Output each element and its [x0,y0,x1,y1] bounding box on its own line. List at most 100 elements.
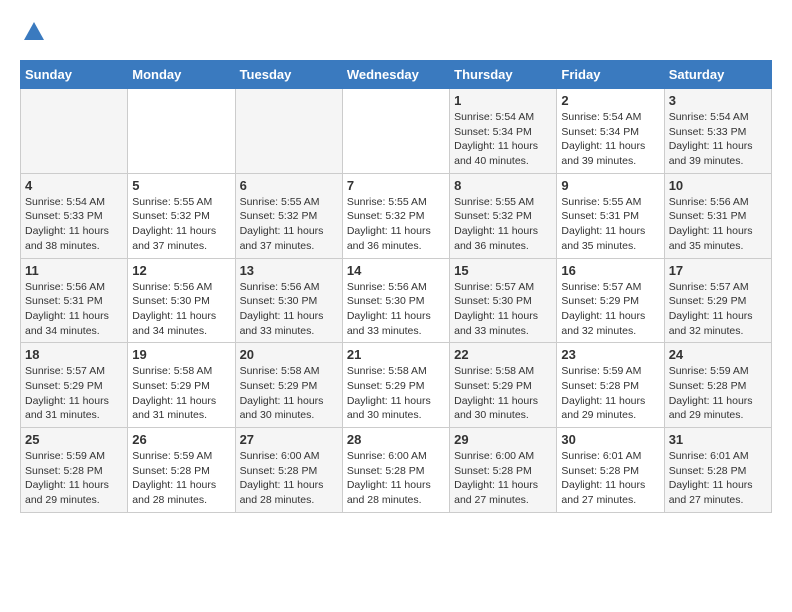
col-header-friday: Friday [557,61,664,89]
col-header-monday: Monday [128,61,235,89]
day-cell: 31 Sunrise: 6:01 AMSunset: 5:28 PMDayligh… [664,428,771,513]
day-cell: 22 Sunrise: 5:58 AMSunset: 5:29 PMDayligh… [450,343,557,428]
day-info: Sunrise: 5:56 AMSunset: 5:30 PMDaylight:… [240,280,338,339]
day-info: Sunrise: 5:59 AMSunset: 5:28 PMDaylight:… [561,364,659,423]
day-cell: 23 Sunrise: 5:59 AMSunset: 5:28 PMDayligh… [557,343,664,428]
day-info: Sunrise: 5:54 AMSunset: 5:34 PMDaylight:… [454,110,552,169]
day-cell [128,89,235,174]
week-row-1: 1 Sunrise: 5:54 AMSunset: 5:34 PMDaylight… [21,89,772,174]
day-number: 22 [454,347,552,362]
day-number: 16 [561,263,659,278]
day-cell: 18 Sunrise: 5:57 AMSunset: 5:29 PMDayligh… [21,343,128,428]
day-number: 8 [454,178,552,193]
col-header-sunday: Sunday [21,61,128,89]
day-cell: 21 Sunrise: 5:58 AMSunset: 5:29 PMDayligh… [342,343,449,428]
day-number: 20 [240,347,338,362]
day-info: Sunrise: 5:57 AMSunset: 5:30 PMDaylight:… [454,280,552,339]
day-info: Sunrise: 6:01 AMSunset: 5:28 PMDaylight:… [561,449,659,508]
day-cell: 25Sunrise: 5:59 AMSunset: 5:28 PMDayligh… [21,428,128,513]
day-cell: 24 Sunrise: 5:59 AMSunset: 5:28 PMDayligh… [664,343,771,428]
day-info: Sunrise: 5:58 AMSunset: 5:29 PMDaylight:… [454,364,552,423]
day-cell: 14 Sunrise: 5:56 AMSunset: 5:30 PMDayligh… [342,258,449,343]
day-info: Sunrise: 5:55 AMSunset: 5:32 PMDaylight:… [347,195,445,254]
day-number: 17 [669,263,767,278]
day-number: 14 [347,263,445,278]
day-cell: 16Sunrise: 5:57 AMSunset: 5:29 PMDayligh… [557,258,664,343]
day-cell: 2 Sunrise: 5:54 AMSunset: 5:34 PMDaylight… [557,89,664,174]
day-number: 19 [132,347,230,362]
day-info: Sunrise: 6:00 AMSunset: 5:28 PMDaylight:… [240,449,338,508]
day-cell: 3Sunrise: 5:54 AMSunset: 5:33 PMDaylight… [664,89,771,174]
day-cell: 6Sunrise: 5:55 AMSunset: 5:32 PMDaylight… [235,173,342,258]
week-row-4: 18 Sunrise: 5:57 AMSunset: 5:29 PMDayligh… [21,343,772,428]
day-info: Sunrise: 5:55 AMSunset: 5:32 PMDaylight:… [132,195,230,254]
day-cell: 28 Sunrise: 6:00 AMSunset: 5:28 PMDayligh… [342,428,449,513]
day-number: 23 [561,347,659,362]
day-number: 27 [240,432,338,447]
day-number: 26 [132,432,230,447]
day-cell: 17 Sunrise: 5:57 AMSunset: 5:29 PMDayligh… [664,258,771,343]
week-row-2: 4Sunrise: 5:54 AMSunset: 5:33 PMDaylight… [21,173,772,258]
day-number: 1 [454,93,552,108]
day-number: 7 [347,178,445,193]
day-info: Sunrise: 6:00 AMSunset: 5:28 PMDaylight:… [347,449,445,508]
day-cell: 1 Sunrise: 5:54 AMSunset: 5:34 PMDaylight… [450,89,557,174]
day-info: Sunrise: 5:55 AMSunset: 5:31 PMDaylight:… [561,195,659,254]
day-info: Sunrise: 5:58 AMSunset: 5:29 PMDaylight:… [240,364,338,423]
day-info: Sunrise: 5:59 AMSunset: 5:28 PMDaylight:… [669,364,767,423]
day-info: Sunrise: 5:58 AMSunset: 5:29 PMDaylight:… [132,364,230,423]
day-cell: 19 Sunrise: 5:58 AMSunset: 5:29 PMDayligh… [128,343,235,428]
page-header [20,20,772,44]
day-number: 12 [132,263,230,278]
day-info: Sunrise: 5:59 AMSunset: 5:28 PMDaylight:… [132,449,230,508]
day-cell: 20 Sunrise: 5:58 AMSunset: 5:29 PMDayligh… [235,343,342,428]
day-cell: 29Sunrise: 6:00 AMSunset: 5:28 PMDayligh… [450,428,557,513]
day-number: 6 [240,178,338,193]
day-number: 13 [240,263,338,278]
col-header-thursday: Thursday [450,61,557,89]
day-number: 25 [25,432,123,447]
day-info: Sunrise: 5:54 AMSunset: 5:34 PMDaylight:… [561,110,659,169]
day-number: 11 [25,263,123,278]
day-number: 2 [561,93,659,108]
day-number: 29 [454,432,552,447]
day-cell: 9 Sunrise: 5:55 AMSunset: 5:31 PMDaylight… [557,173,664,258]
week-row-5: 25 Sunrise: 5:59 AMSunset: 5:28 PMDayligh… [21,428,772,513]
day-cell [21,89,128,174]
day-cell: 4Sunrise: 5:54 AMSunset: 5:33 PMDaylight… [21,173,128,258]
day-cell [235,89,342,174]
day-cell: 30Sunrise: 6:01 AMSunset: 5:28 PMDayligh… [557,428,664,513]
logo [20,20,46,44]
day-info: Sunrise: 5:54 AMSunset: 5:33 PMDaylight:… [669,110,767,169]
day-number: 24 [669,347,767,362]
day-cell: 27 Sunrise: 6:00 AMSunset: 5:28 PMDayligh… [235,428,342,513]
day-cell: 5 Sunrise: 5:55 AMSunset: 5:32 PMDaylight… [128,173,235,258]
day-number: 28 [347,432,445,447]
day-number: 10 [669,178,767,193]
day-number: 5 [132,178,230,193]
day-number: 15 [454,263,552,278]
day-info: Sunrise: 5:58 AMSunset: 5:29 PMDaylight:… [347,364,445,423]
day-cell: 10Sunrise: 5:56 AMSunset: 5:31 PMDayligh… [664,173,771,258]
day-cell: 11 Sunrise: 5:56 AMSunset: 5:31 PMDayligh… [21,258,128,343]
day-number: 18 [25,347,123,362]
header-row: SundayMondayTuesdayWednesdayThursdayFrid… [21,61,772,89]
day-number: 9 [561,178,659,193]
day-info: Sunrise: 5:57 AMSunset: 5:29 PMDaylight:… [25,364,123,423]
day-cell: 12Sunrise: 5:56 AMSunset: 5:30 PMDayligh… [128,258,235,343]
week-row-3: 11 Sunrise: 5:56 AMSunset: 5:31 PMDayligh… [21,258,772,343]
day-info: Sunrise: 6:01 AMSunset: 5:28 PMDaylight:… [669,449,767,508]
day-cell: 8 Sunrise: 5:55 AMSunset: 5:32 PMDaylight… [450,173,557,258]
day-info: Sunrise: 5:56 AMSunset: 5:30 PMDaylight:… [347,280,445,339]
day-cell [342,89,449,174]
day-cell: 13 Sunrise: 5:56 AMSunset: 5:30 PMDayligh… [235,258,342,343]
day-cell: 26 Sunrise: 5:59 AMSunset: 5:28 PMDayligh… [128,428,235,513]
day-info: Sunrise: 5:56 AMSunset: 5:31 PMDaylight:… [25,280,123,339]
day-number: 21 [347,347,445,362]
day-number: 4 [25,178,123,193]
calendar-table: SundayMondayTuesdayWednesdayThursdayFrid… [20,60,772,513]
day-info: Sunrise: 5:55 AMSunset: 5:32 PMDaylight:… [454,195,552,254]
day-number: 31 [669,432,767,447]
day-info: Sunrise: 5:57 AMSunset: 5:29 PMDaylight:… [669,280,767,339]
col-header-saturday: Saturday [664,61,771,89]
